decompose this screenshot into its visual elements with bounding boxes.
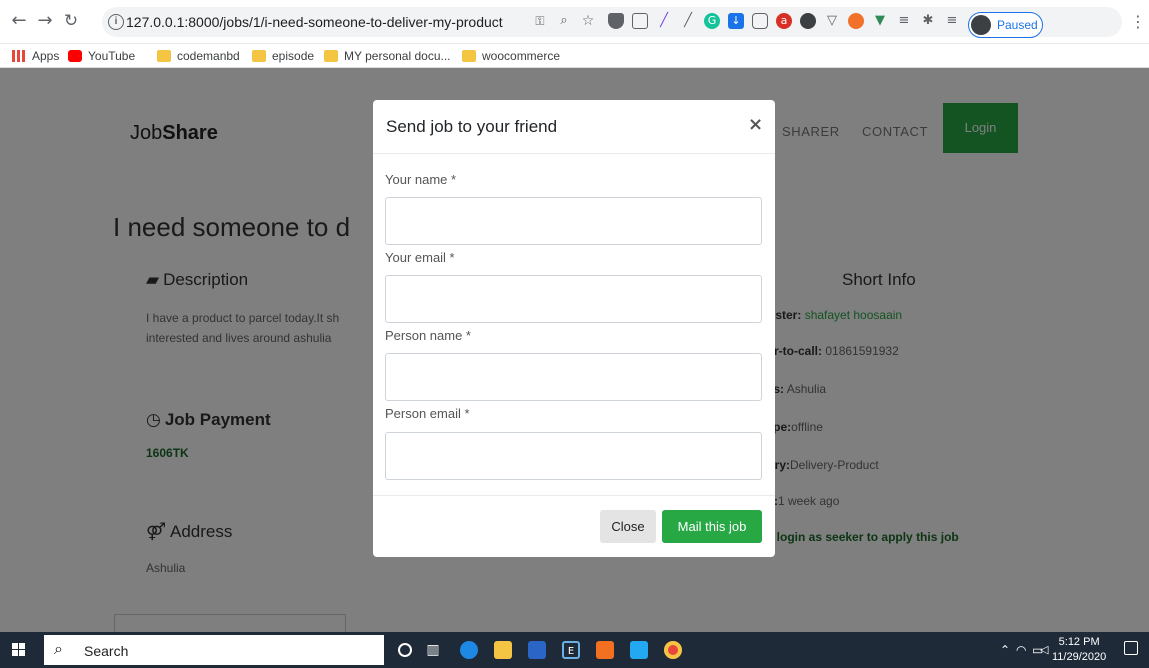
bookmarks-bar: Apps YouTube codemanbd episode MY person… <box>0 44 1149 68</box>
bookmark-personal-docs[interactable]: MY personal docu... <box>324 48 451 64</box>
key-icon[interactable]: ⚿ <box>532 13 548 29</box>
profile-paused-button[interactable]: Paused <box>968 12 1043 38</box>
vscode-icon[interactable] <box>630 641 648 659</box>
search-icon: ⌕ <box>54 639 63 658</box>
close-button[interactable]: Close <box>600 510 656 543</box>
back-icon[interactable]: ← <box>8 10 30 32</box>
folder-icon <box>462 50 476 62</box>
adblock-icon[interactable]: a <box>776 13 792 29</box>
person-name-label: Person name * <box>385 328 471 343</box>
taskbar-search-label: Search <box>84 643 129 659</box>
tray-chevron-icon[interactable]: ⌃ <box>1000 643 1010 657</box>
folder-icon <box>157 50 171 62</box>
store-icon[interactable] <box>528 641 546 659</box>
clock-date: 11/29/2020 <box>1052 651 1107 663</box>
editor-icon[interactable]: E <box>562 641 580 659</box>
bookmark-label: YouTube <box>88 49 136 63</box>
file-explorer-icon[interactable] <box>494 641 512 659</box>
address-bar[interactable]: i 127.0.0.1:8000/jobs/1/i-need-someone-t… <box>102 7 1122 38</box>
bookmark-codemanbd[interactable]: codemanbd <box>157 48 240 64</box>
bookmark-label: woocommerce <box>482 49 561 63</box>
picker-icon[interactable]: ╱ <box>680 13 696 29</box>
bookmark-label: episode <box>272 49 315 63</box>
vue-icon[interactable]: ▼ <box>872 13 888 29</box>
capture-icon[interactable] <box>632 13 648 29</box>
cortana-icon[interactable] <box>398 643 412 657</box>
person-email-label: Person email * <box>385 406 470 421</box>
grammarly-icon[interactable]: G <box>704 13 720 29</box>
bookmark-label: codemanbd <box>177 49 240 63</box>
bookmark-youtube[interactable]: YouTube <box>68 48 135 64</box>
taskbar-search[interactable]: ⌕ Search <box>44 635 384 665</box>
person-name-input[interactable] <box>385 353 762 401</box>
folder-icon <box>324 50 338 62</box>
your-name-label: Your name * <box>385 172 457 187</box>
volume-icon[interactable]: ◁ <box>1040 643 1048 656</box>
notification-icon[interactable] <box>1124 641 1138 655</box>
bookmark-label: MY personal docu... <box>344 49 451 63</box>
windows-start-icon[interactable] <box>12 643 26 657</box>
apps-grid-icon <box>12 50 26 62</box>
forward-icon[interactable]: → <box>34 10 56 32</box>
youtube-icon <box>68 50 82 62</box>
your-email-label: Your email * <box>385 250 455 265</box>
taskbar: ⌕ Search ▥ E ⌃ ◠ ▭ ◁ 5:12 PM 11/29/2020 <box>0 632 1149 668</box>
menu-icon[interactable]: ⋮ <box>1130 12 1146 31</box>
camera-icon[interactable] <box>752 13 768 29</box>
close-icon[interactable]: × <box>748 114 763 135</box>
modal-header: Send job to your friend × <box>373 100 775 154</box>
mail-job-button[interactable]: Mail this job <box>662 510 762 543</box>
folder-icon <box>252 50 266 62</box>
send-job-modal: Send job to your friend × Your name * Yo… <box>373 100 775 557</box>
bookmark-woocommerce[interactable]: woocommerce <box>462 48 560 64</box>
avatar <box>971 15 991 35</box>
your-name-input[interactable] <box>385 197 762 245</box>
paused-label: Paused <box>997 18 1038 32</box>
url-text[interactable]: 127.0.0.1:8000/jobs/1/i-need-someone-to-… <box>126 7 503 37</box>
info-icon[interactable]: i <box>108 14 124 30</box>
star-icon[interactable]: ☆ <box>580 13 596 29</box>
task-view-icon[interactable]: ▥ <box>424 641 442 659</box>
your-email-input[interactable] <box>385 275 762 323</box>
dark-ext-icon[interactable] <box>800 13 816 29</box>
taskbar-clock[interactable]: 5:12 PM 11/29/2020 <box>1052 635 1106 665</box>
vpn-icon[interactable]: ▽ <box>824 13 840 29</box>
modal-title: Send job to your friend <box>386 117 558 136</box>
puzzle-icon[interactable]: ✱ <box>920 13 936 29</box>
clock-time: 5:12 PM <box>1058 636 1100 648</box>
person-email-input[interactable] <box>385 432 762 480</box>
pen-icon[interactable]: ╱ <box>656 13 672 29</box>
chrome-icon[interactable] <box>664 641 682 659</box>
zoom-icon[interactable]: ⌕ <box>556 13 572 29</box>
browser-toolbar: ← → ↻ i 127.0.0.1:8000/jobs/1/i-need-som… <box>0 0 1149 44</box>
xampp-icon[interactable] <box>596 641 614 659</box>
edge-icon[interactable] <box>460 641 478 659</box>
bookmark-episode[interactable]: episode <box>252 48 314 64</box>
reload-icon[interactable]: ↻ <box>60 10 82 32</box>
filter-icon[interactable]: ≡ <box>896 13 912 29</box>
queue-icon[interactable]: ≡ <box>944 13 960 29</box>
page-content: JobShare SHARER CONTACT Login I need som… <box>0 68 1149 636</box>
orange-ext-icon[interactable] <box>848 13 864 29</box>
download-icon[interactable]: ↓ <box>728 13 744 29</box>
modal-footer: Close Mail this job <box>373 495 775 557</box>
shield-icon[interactable] <box>608 13 624 29</box>
wifi-icon[interactable]: ◠ <box>1016 643 1026 657</box>
bookmark-label: Apps <box>32 49 60 63</box>
bookmark-apps[interactable]: Apps <box>12 48 59 64</box>
